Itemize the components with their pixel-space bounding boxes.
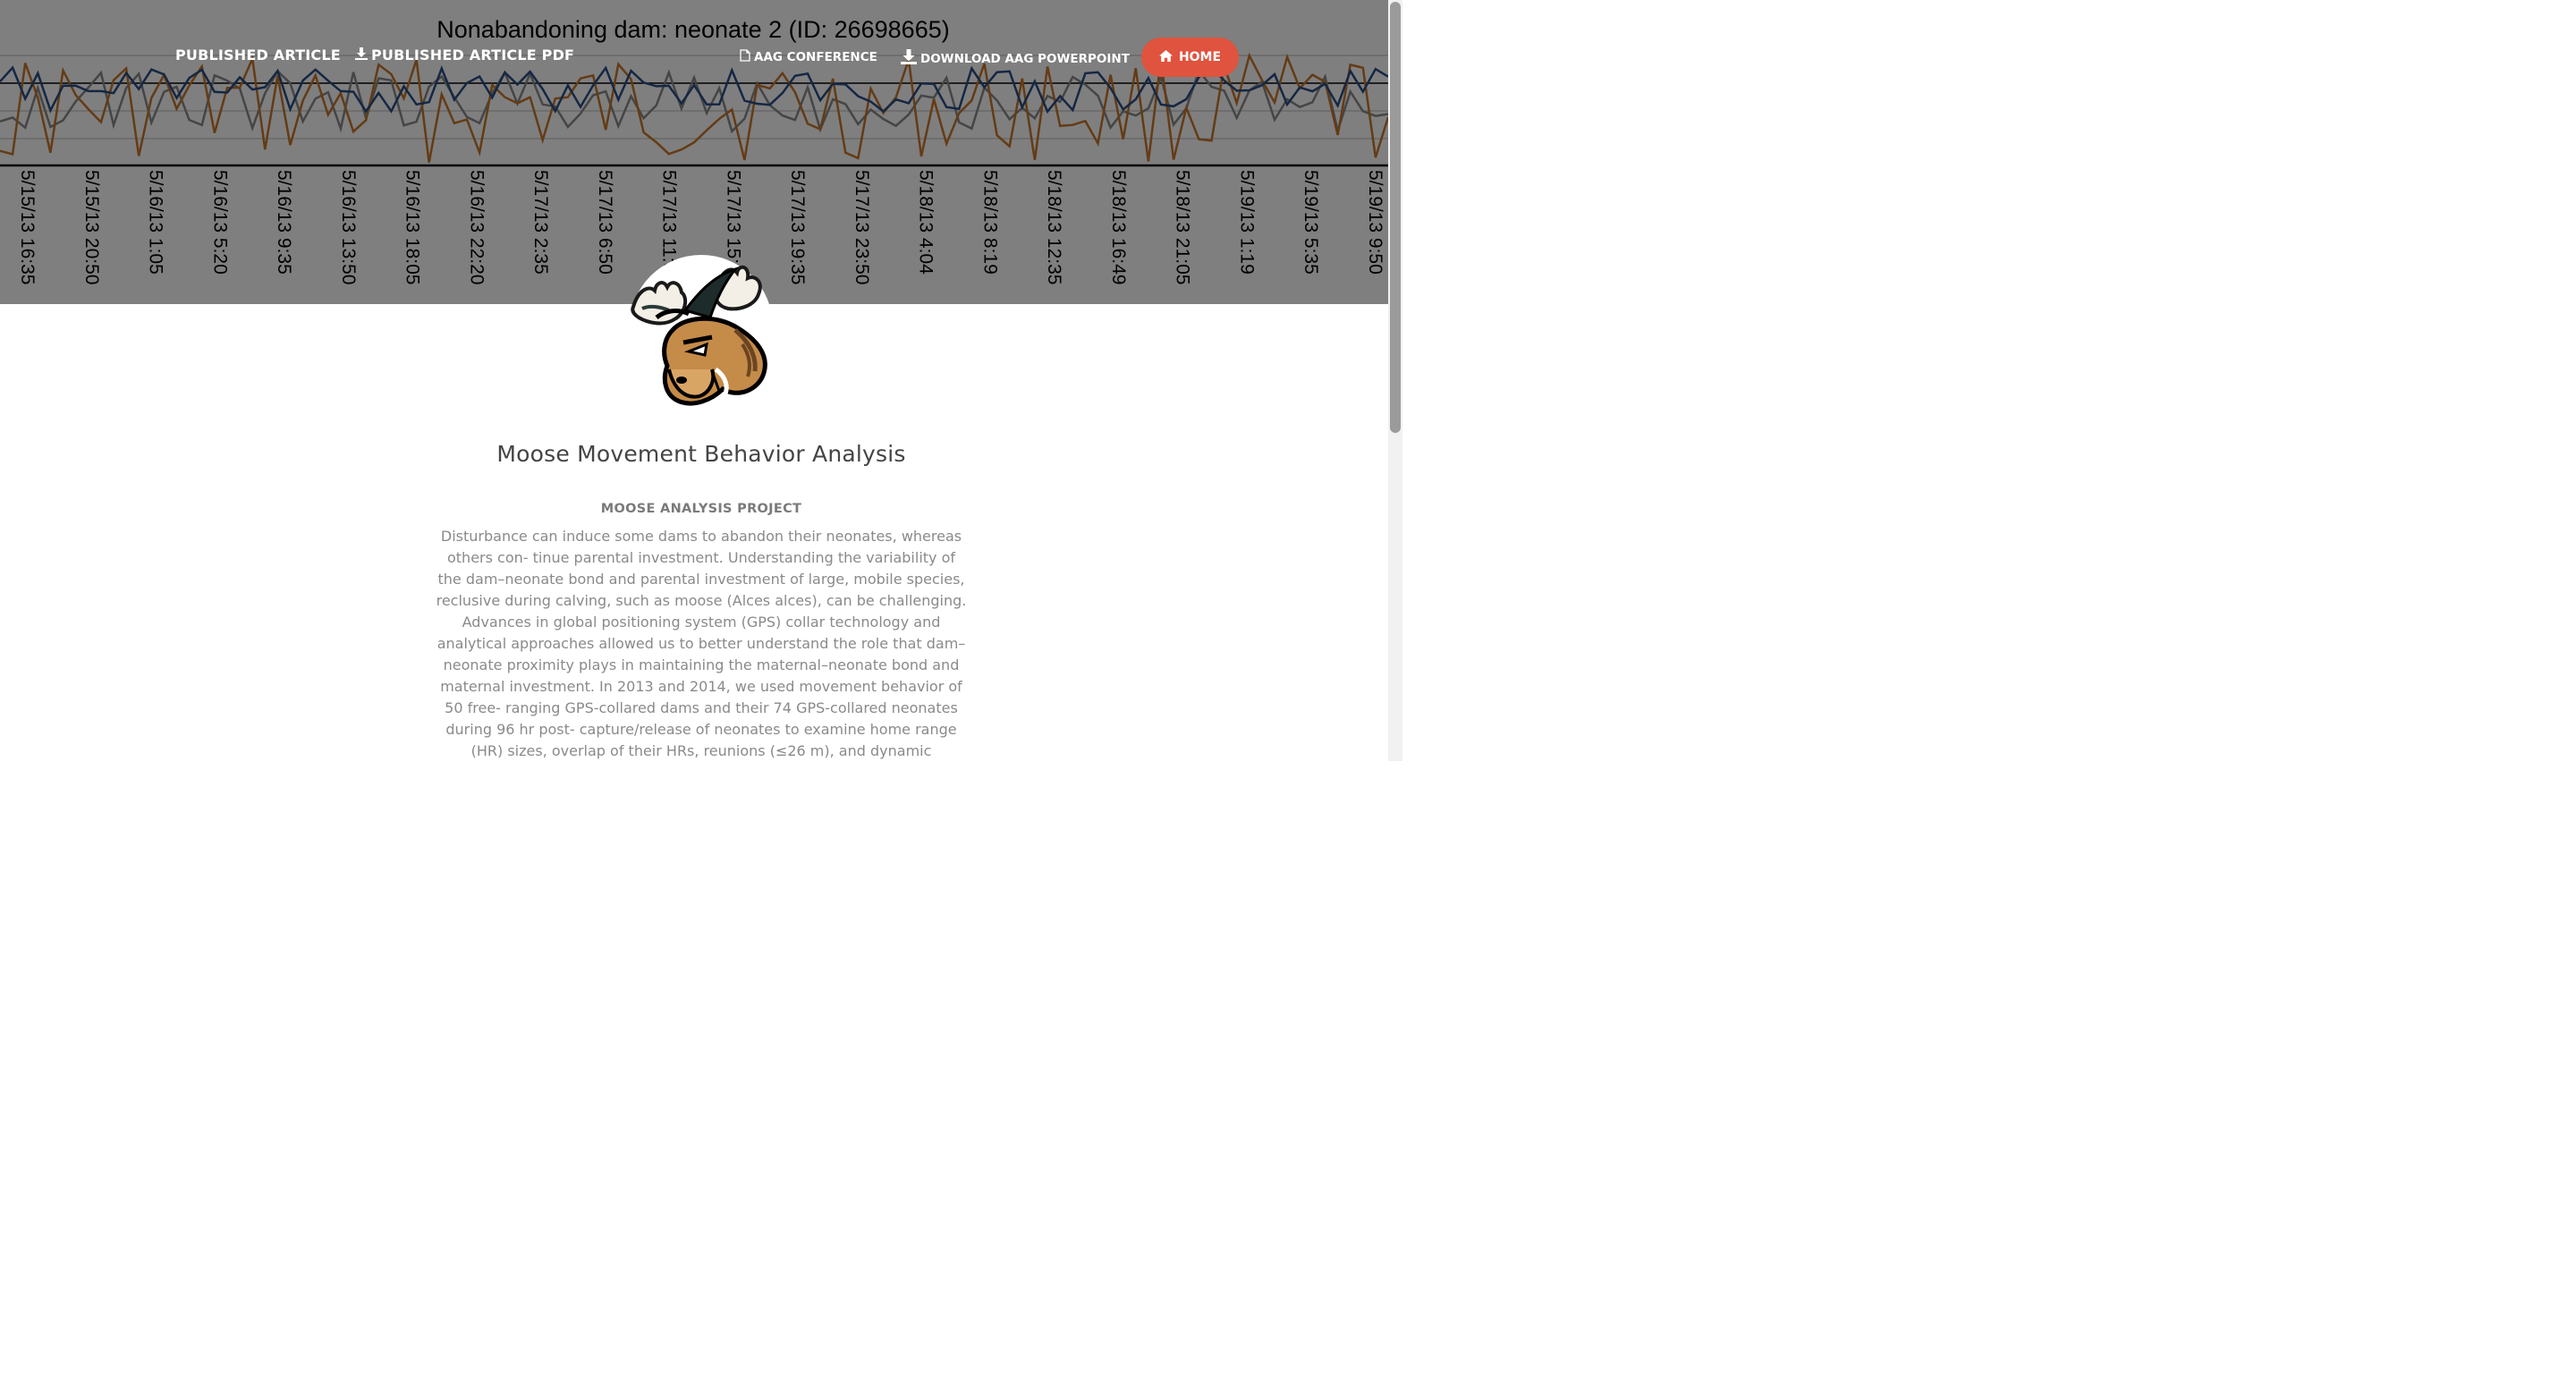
- home-icon: [1158, 49, 1173, 65]
- top-navigation: PUBLISHED ARTICLE PUBLISHED ARTICLE PDF …: [0, 0, 1388, 107]
- nav-aag-conference-label: AAG CONFERENCE: [754, 50, 877, 64]
- nav-published-article-pdf-link[interactable]: PUBLISHED ARTICLE PDF: [355, 47, 574, 64]
- home-button[interactable]: HOME: [1141, 38, 1239, 77]
- nav-download-aag-powerpoint-link[interactable]: DOWNLOAD AAG POWERPOINT: [901, 49, 1130, 68]
- home-button-label: HOME: [1178, 50, 1222, 64]
- section-subtitle: MOOSE ANALYSIS PROJECT: [600, 502, 802, 516]
- nav-published-article-pdf-label: PUBLISHED ARTICLE PDF: [371, 47, 575, 64]
- nav-published-article-label: PUBLISHED ARTICLE: [175, 47, 341, 64]
- nav-download-aag-powerpoint-label: DOWNLOAD AAG POWERPOINT: [920, 51, 1130, 66]
- moose-logo: [630, 255, 773, 409]
- download-icon: [355, 47, 368, 64]
- moose-head-icon: [630, 255, 773, 406]
- vertical-scrollbar-thumb[interactable]: [1390, 2, 1401, 433]
- project-description: Disturbance can induce some dams to aban…: [436, 528, 967, 759]
- download-icon: [901, 49, 917, 68]
- nav-published-article-link[interactable]: PUBLISHED ARTICLE: [175, 47, 341, 64]
- nav-aag-conference-link[interactable]: AAG CONFERENCE: [740, 49, 877, 65]
- page-title: Moose Movement Behavior Analysis: [496, 441, 906, 467]
- document-icon: [740, 49, 750, 65]
